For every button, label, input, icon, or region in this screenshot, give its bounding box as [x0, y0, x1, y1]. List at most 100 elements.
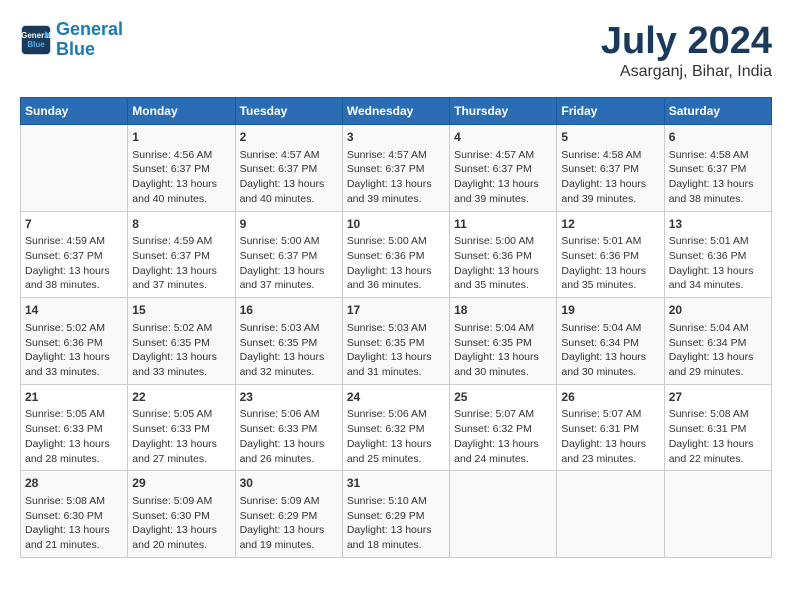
day-info: Sunrise: 5:10 AM Sunset: 6:29 PM Dayligh… [347, 494, 445, 553]
week-row-4: 21Sunrise: 5:05 AM Sunset: 6:33 PM Dayli… [21, 384, 772, 471]
calendar-cell: 4 Sunrise: 4:57 AM Sunset: 6:37 PM Daylig… [450, 125, 557, 212]
day-info: Sunrise: 5:00 AM Sunset: 6:36 PM Dayligh… [347, 234, 445, 293]
calendar-cell: 9Sunrise: 5:00 AM Sunset: 6:37 PM Daylig… [235, 211, 342, 298]
day-number: 4 [454, 129, 552, 146]
day-number: 20 [669, 302, 767, 319]
day-number: 22 [132, 389, 230, 406]
calendar-cell: 17 Sunrise: 5:03 AM Sunset: 6:35 PM Dayli… [342, 298, 449, 385]
header-cell-sunday: Sunday [21, 98, 128, 125]
day-info: Sunrise: 5:03 AM Sunset: 6:35 PM Dayligh… [347, 321, 445, 380]
calendar-cell: 11Sunrise: 5:00 AM Sunset: 6:36 PM Dayli… [450, 211, 557, 298]
calendar-cell: 16 Sunrise: 5:03 AM Sunset: 6:35 PM Dayli… [235, 298, 342, 385]
logo-text: GeneralBlue [56, 20, 123, 60]
calendar-cell: 22Sunrise: 5:05 AM Sunset: 6:33 PM Dayli… [128, 384, 235, 471]
day-number: 9 [240, 216, 338, 233]
day-number: 3 [347, 129, 445, 146]
day-info: Sunrise: 5:00 AM Sunset: 6:36 PM Dayligh… [454, 234, 552, 293]
day-number: 8 [132, 216, 230, 233]
week-row-5: 28 Sunrise: 5:08 AM Sunset: 6:30 PM Dayli… [21, 471, 772, 558]
day-info: Sunrise: 5:04 AM Sunset: 6:34 PM Dayligh… [561, 321, 659, 380]
calendar-cell [557, 471, 664, 558]
day-info: Sunrise: 5:08 AM Sunset: 6:31 PM Dayligh… [669, 407, 767, 466]
calendar-cell: 29Sunrise: 5:09 AM Sunset: 6:30 PM Dayli… [128, 471, 235, 558]
day-info: Sunrise: 5:01 AM Sunset: 6:36 PM Dayligh… [669, 234, 767, 293]
header-cell-wednesday: Wednesday [342, 98, 449, 125]
day-info: Sunrise: 5:02 AM Sunset: 6:36 PM Dayligh… [25, 321, 123, 380]
day-number: 25 [454, 389, 552, 406]
calendar-cell: 19 Sunrise: 5:04 AM Sunset: 6:34 PM Dayli… [557, 298, 664, 385]
day-number: 5 [561, 129, 659, 146]
day-number: 13 [669, 216, 767, 233]
location-title: Asarganj, Bihar, India [601, 63, 772, 81]
calendar-cell: 26Sunrise: 5:07 AM Sunset: 6:31 PM Dayli… [557, 384, 664, 471]
day-number: 19 [561, 302, 659, 319]
day-number: 17 [347, 302, 445, 319]
day-number: 7 [25, 216, 123, 233]
calendar-cell: 18 Sunrise: 5:04 AM Sunset: 6:35 PM Dayli… [450, 298, 557, 385]
calendar-cell: 21Sunrise: 5:05 AM Sunset: 6:33 PM Dayli… [21, 384, 128, 471]
day-number: 24 [347, 389, 445, 406]
calendar-cell: 28 Sunrise: 5:08 AM Sunset: 6:30 PM Dayli… [21, 471, 128, 558]
day-info: Sunrise: 4:58 AM Sunset: 6:37 PM Dayligh… [561, 148, 659, 207]
calendar-cell: 30 Sunrise: 5:09 AM Sunset: 6:29 PM Dayli… [235, 471, 342, 558]
calendar-table: SundayMondayTuesdayWednesdayThursdayFrid… [20, 97, 772, 558]
day-number: 15 [132, 302, 230, 319]
day-number: 18 [454, 302, 552, 319]
title-area: July 2024 Asarganj, Bihar, India [601, 20, 772, 81]
week-row-1: 1Sunrise: 4:56 AM Sunset: 6:37 PM Daylig… [21, 125, 772, 212]
day-info: Sunrise: 4:57 AM Sunset: 6:37 PM Dayligh… [240, 148, 338, 207]
calendar-cell: 2Sunrise: 4:57 AM Sunset: 6:37 PM Daylig… [235, 125, 342, 212]
day-info: Sunrise: 5:08 AM Sunset: 6:30 PM Dayligh… [25, 494, 123, 553]
day-number: 10 [347, 216, 445, 233]
day-info: Sunrise: 4:57 AM Sunset: 6:37 PM Dayligh… [347, 148, 445, 207]
day-number: 16 [240, 302, 338, 319]
day-info: Sunrise: 5:04 AM Sunset: 6:34 PM Dayligh… [669, 321, 767, 380]
month-title: July 2024 [601, 20, 772, 63]
day-info: Sunrise: 4:58 AM Sunset: 6:37 PM Dayligh… [669, 148, 767, 207]
calendar-cell: 5 Sunrise: 4:58 AM Sunset: 6:37 PM Daylig… [557, 125, 664, 212]
week-row-3: 14 Sunrise: 5:02 AM Sunset: 6:36 PM Dayli… [21, 298, 772, 385]
day-number: 30 [240, 475, 338, 492]
day-info: Sunrise: 4:56 AM Sunset: 6:37 PM Dayligh… [132, 148, 230, 207]
calendar-cell [21, 125, 128, 212]
day-number: 28 [25, 475, 123, 492]
day-number: 12 [561, 216, 659, 233]
day-info: Sunrise: 5:09 AM Sunset: 6:30 PM Dayligh… [132, 494, 230, 553]
day-number: 14 [25, 302, 123, 319]
calendar-cell: 23Sunrise: 5:06 AM Sunset: 6:33 PM Dayli… [235, 384, 342, 471]
week-row-2: 7Sunrise: 4:59 AM Sunset: 6:37 PM Daylig… [21, 211, 772, 298]
day-number: 21 [25, 389, 123, 406]
calendar-cell: 13Sunrise: 5:01 AM Sunset: 6:36 PM Dayli… [664, 211, 771, 298]
day-info: Sunrise: 5:03 AM Sunset: 6:35 PM Dayligh… [240, 321, 338, 380]
svg-text:Blue: Blue [27, 40, 45, 49]
calendar-cell [664, 471, 771, 558]
header-cell-monday: Monday [128, 98, 235, 125]
day-number: 27 [669, 389, 767, 406]
calendar-cell: 15Sunrise: 5:02 AM Sunset: 6:35 PM Dayli… [128, 298, 235, 385]
header-cell-thursday: Thursday [450, 98, 557, 125]
day-info: Sunrise: 5:04 AM Sunset: 6:35 PM Dayligh… [454, 321, 552, 380]
day-info: Sunrise: 4:59 AM Sunset: 6:37 PM Dayligh… [25, 234, 123, 293]
day-info: Sunrise: 5:06 AM Sunset: 6:32 PM Dayligh… [347, 407, 445, 466]
page-header: General Blue GeneralBlue July 2024 Asarg… [20, 20, 772, 81]
header-row: SundayMondayTuesdayWednesdayThursdayFrid… [21, 98, 772, 125]
day-info: Sunrise: 5:09 AM Sunset: 6:29 PM Dayligh… [240, 494, 338, 553]
day-number: 23 [240, 389, 338, 406]
calendar-cell: 8Sunrise: 4:59 AM Sunset: 6:37 PM Daylig… [128, 211, 235, 298]
calendar-cell: 20 Sunrise: 5:04 AM Sunset: 6:34 PM Dayli… [664, 298, 771, 385]
day-info: Sunrise: 4:57 AM Sunset: 6:37 PM Dayligh… [454, 148, 552, 207]
day-info: Sunrise: 5:07 AM Sunset: 6:31 PM Dayligh… [561, 407, 659, 466]
calendar-cell: 10Sunrise: 5:00 AM Sunset: 6:36 PM Dayli… [342, 211, 449, 298]
day-info: Sunrise: 5:05 AM Sunset: 6:33 PM Dayligh… [25, 407, 123, 466]
logo: General Blue GeneralBlue [20, 20, 123, 60]
day-number: 11 [454, 216, 552, 233]
logo-icon: General Blue [20, 24, 52, 56]
calendar-cell: 24Sunrise: 5:06 AM Sunset: 6:32 PM Dayli… [342, 384, 449, 471]
day-info: Sunrise: 5:01 AM Sunset: 6:36 PM Dayligh… [561, 234, 659, 293]
calendar-cell [450, 471, 557, 558]
day-number: 6 [669, 129, 767, 146]
calendar-cell: 14 Sunrise: 5:02 AM Sunset: 6:36 PM Dayli… [21, 298, 128, 385]
calendar-cell: 3 Sunrise: 4:57 AM Sunset: 6:37 PM Daylig… [342, 125, 449, 212]
day-number: 26 [561, 389, 659, 406]
header-cell-friday: Friday [557, 98, 664, 125]
